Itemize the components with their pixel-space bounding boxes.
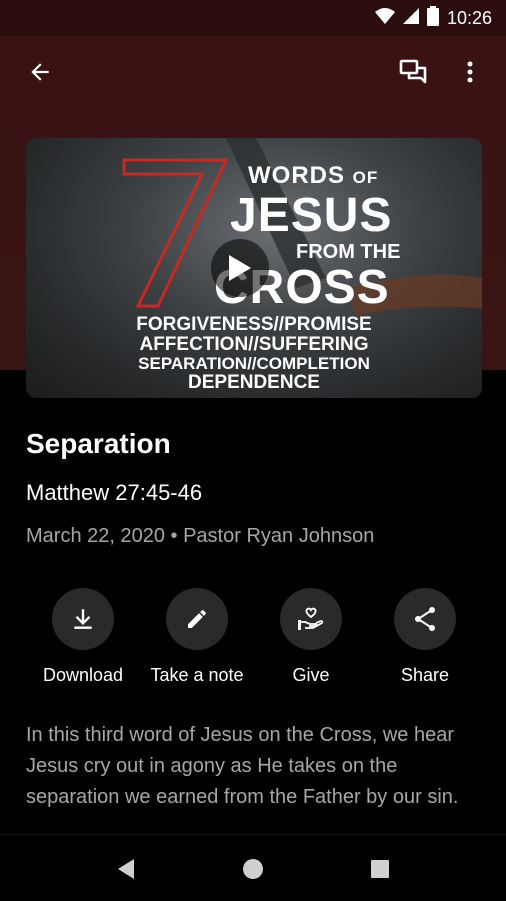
play-button[interactable] xyxy=(211,239,269,297)
sermon-date-speaker: March 22, 2020 • Pastor Ryan Johnson xyxy=(26,525,375,547)
share-icon xyxy=(415,607,435,631)
battery-icon xyxy=(426,5,439,31)
more-options-button[interactable] xyxy=(450,52,490,92)
nav-back-button[interactable] xyxy=(106,849,146,889)
give-label: Give xyxy=(292,665,330,685)
nav-recents-button[interactable] xyxy=(360,849,400,889)
art-jesus-label: JESUS xyxy=(230,189,393,242)
back-arrow-icon xyxy=(31,63,49,81)
back-button[interactable] xyxy=(20,52,60,92)
take-note-circle[interactable] xyxy=(166,588,228,650)
action-row: Download Take a note Give Share xyxy=(24,588,484,698)
system-navigation-bar xyxy=(0,834,506,901)
status-bar: 10:26 xyxy=(0,0,506,36)
art-topic-line: DEPENDENCE xyxy=(188,372,320,393)
nav-back-icon xyxy=(118,859,134,879)
download-icon xyxy=(74,609,92,629)
nav-home-button[interactable] xyxy=(233,849,273,889)
art-topic-line: AFFECTION//SUFFERING xyxy=(139,334,369,355)
share-button[interactable]: Share xyxy=(363,588,487,686)
cell-signal-icon xyxy=(402,7,419,29)
download-circle[interactable] xyxy=(52,588,114,650)
download-button[interactable]: Download xyxy=(21,588,145,686)
scripture-reference: Matthew 27:45-46 xyxy=(26,480,203,505)
sermon-description: In this third word of Jesus on the Cross… xyxy=(26,724,459,808)
status-time: 10:26 xyxy=(446,7,492,28)
art-words-label: WORDS OF xyxy=(248,162,379,189)
chat-icon xyxy=(399,59,427,84)
take-note-label: Take a note xyxy=(150,665,244,685)
sermon-title: Separation xyxy=(26,428,171,459)
take-note-button[interactable]: Take a note xyxy=(135,588,259,686)
app-bar xyxy=(0,36,506,112)
share-circle[interactable] xyxy=(394,588,456,650)
pencil-icon xyxy=(188,609,206,628)
nav-recents-icon xyxy=(371,860,389,878)
discussion-button[interactable] xyxy=(394,52,434,92)
more-vert-icon xyxy=(467,61,473,83)
share-label: Share xyxy=(400,665,450,685)
play-icon xyxy=(229,255,251,281)
art-topic-line: FORGIVENESS//PROMISE xyxy=(136,314,372,335)
nav-home-icon xyxy=(243,859,263,879)
download-label: Download xyxy=(42,665,124,685)
sermon-video-thumbnail[interactable]: 7 WORDS OF JESUS FROM THE CROSS FORGIVEN… xyxy=(26,138,482,398)
give-button[interactable]: Give xyxy=(249,588,373,686)
wifi-icon xyxy=(374,7,395,29)
art-topic-line: SEPARATION//COMPLETION xyxy=(138,354,370,373)
give-circle[interactable] xyxy=(280,588,342,650)
give-heart-hand-icon xyxy=(298,607,324,630)
